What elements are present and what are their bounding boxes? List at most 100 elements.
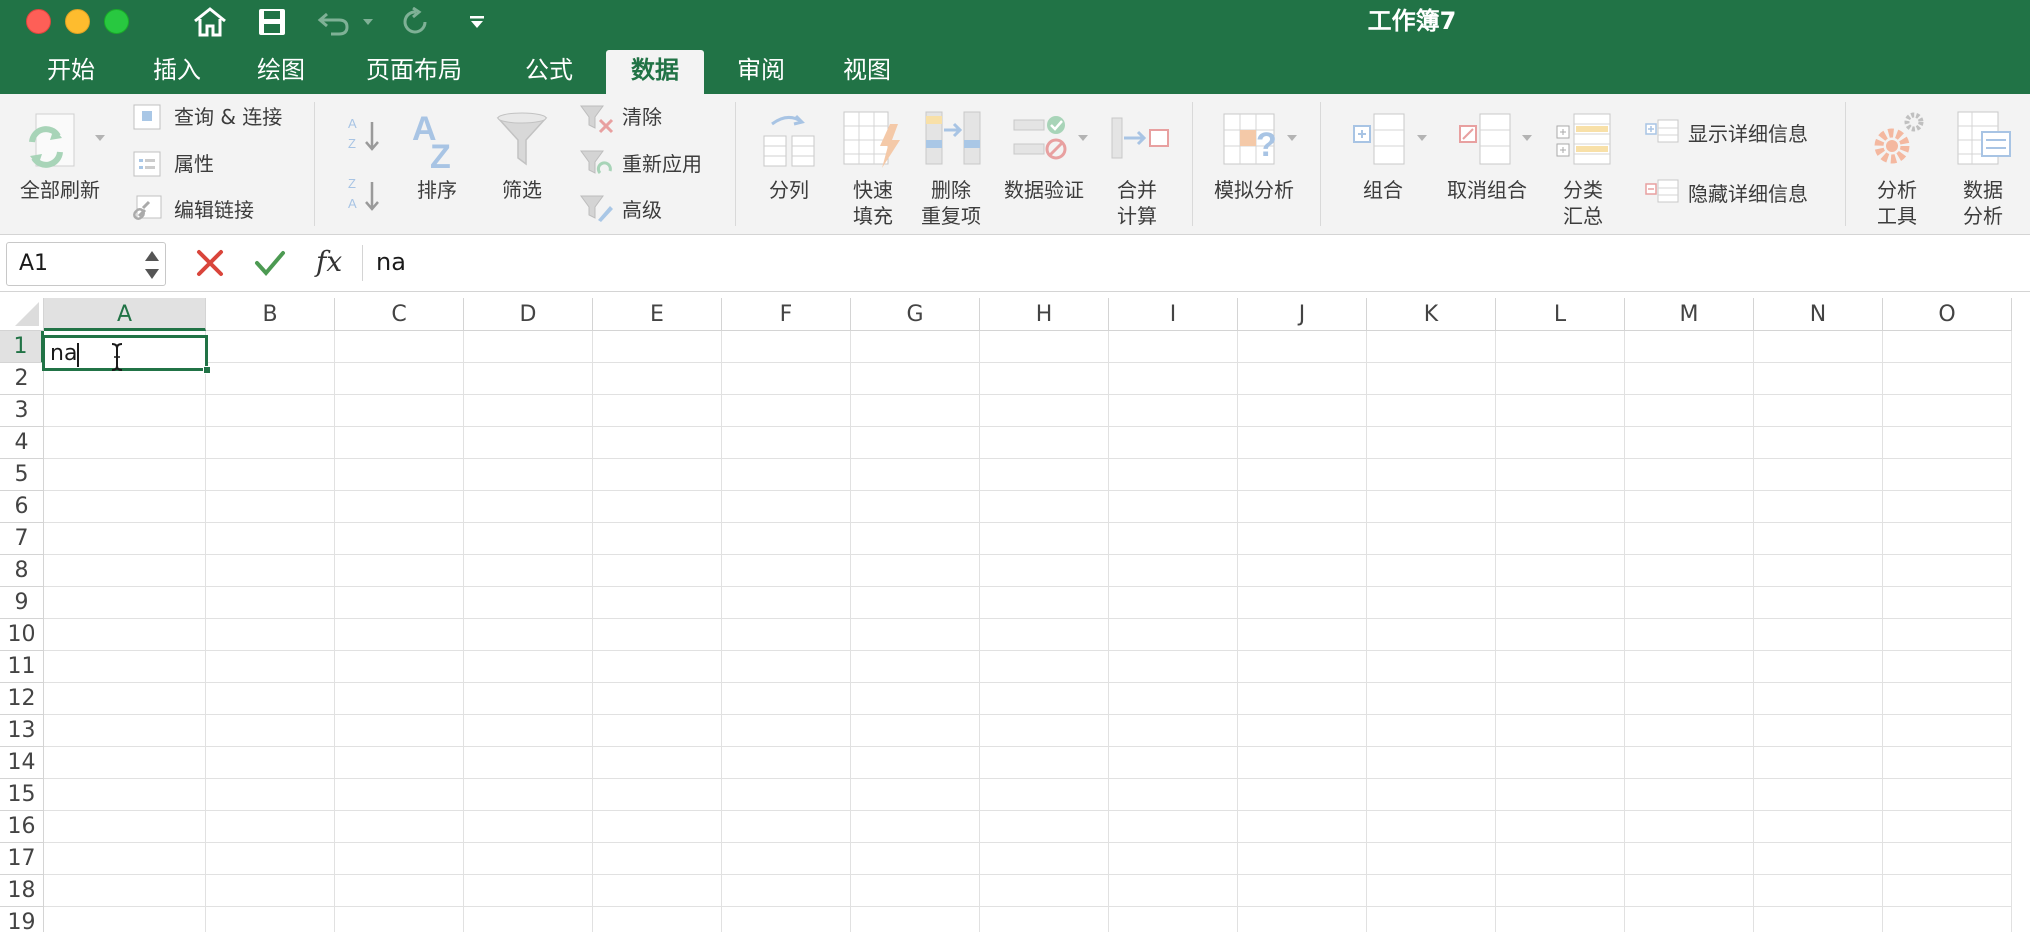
cell-L6[interactable]	[1496, 491, 1625, 523]
row-header-11[interactable]: 11	[0, 651, 44, 683]
cell-O16[interactable]	[1883, 811, 2012, 843]
save-icon[interactable]	[252, 4, 292, 40]
cell-M15[interactable]	[1625, 779, 1754, 811]
insert-function-button[interactable]: fx	[316, 245, 342, 279]
cell-D10[interactable]	[464, 619, 593, 651]
cell-E7[interactable]	[593, 523, 722, 555]
cell-E4[interactable]	[593, 427, 722, 459]
cell-A10[interactable]	[44, 619, 206, 651]
cell-A12[interactable]	[44, 683, 206, 715]
column-header-N[interactable]: N	[1754, 298, 1883, 331]
cell-edit-text[interactable]: na	[50, 340, 77, 368]
cell-I4[interactable]	[1109, 427, 1238, 459]
cell-M16[interactable]	[1625, 811, 1754, 843]
cell-O11[interactable]	[1883, 651, 2012, 683]
cell-F17[interactable]	[722, 843, 851, 875]
tab-home[interactable]: 开始	[26, 50, 116, 94]
cell-F16[interactable]	[722, 811, 851, 843]
cell-F3[interactable]	[722, 395, 851, 427]
cell-H5[interactable]	[980, 459, 1109, 491]
cell-A8[interactable]	[44, 555, 206, 587]
cell-D2[interactable]	[464, 363, 593, 395]
customize-toolbar-icon[interactable]	[462, 4, 492, 40]
cell-L16[interactable]	[1496, 811, 1625, 843]
column-header-I[interactable]: I	[1109, 298, 1238, 331]
cell-K7[interactable]	[1367, 523, 1496, 555]
row-header-15[interactable]: 15	[0, 779, 44, 811]
cell-I14[interactable]	[1109, 747, 1238, 779]
cell-J16[interactable]	[1238, 811, 1367, 843]
cell-A19[interactable]	[44, 907, 206, 932]
cell-D1[interactable]	[464, 331, 593, 363]
cell-E19[interactable]	[593, 907, 722, 932]
cell-C3[interactable]	[335, 395, 464, 427]
cell-L14[interactable]	[1496, 747, 1625, 779]
cell-M9[interactable]	[1625, 587, 1754, 619]
cell-O4[interactable]	[1883, 427, 2012, 459]
cell-F1[interactable]	[722, 331, 851, 363]
column-header-B[interactable]: B	[206, 298, 335, 331]
undo-dropdown-icon[interactable]	[358, 4, 378, 40]
cell-E5[interactable]	[593, 459, 722, 491]
cell-M5[interactable]	[1625, 459, 1754, 491]
cell-J18[interactable]	[1238, 875, 1367, 907]
group-dropdown-icon[interactable]	[1417, 135, 1427, 141]
cell-J9[interactable]	[1238, 587, 1367, 619]
cell-K1[interactable]	[1367, 331, 1496, 363]
cell-E18[interactable]	[593, 875, 722, 907]
cell-D7[interactable]	[464, 523, 593, 555]
cell-O12[interactable]	[1883, 683, 2012, 715]
row-header-9[interactable]: 9	[0, 587, 44, 619]
row-header-7[interactable]: 7	[0, 523, 44, 555]
tab-review[interactable]: 审阅	[716, 50, 806, 94]
cell-L15[interactable]	[1496, 779, 1625, 811]
cell-L11[interactable]	[1496, 651, 1625, 683]
cell-M3[interactable]	[1625, 395, 1754, 427]
cell-D17[interactable]	[464, 843, 593, 875]
home-icon[interactable]	[188, 4, 232, 40]
tab-formulas[interactable]: 公式	[504, 50, 594, 94]
cell-N14[interactable]	[1754, 747, 1883, 779]
cell-J10[interactable]	[1238, 619, 1367, 651]
cell-M11[interactable]	[1625, 651, 1754, 683]
cell-D18[interactable]	[464, 875, 593, 907]
cell-J13[interactable]	[1238, 715, 1367, 747]
cell-A9[interactable]	[44, 587, 206, 619]
cell-I18[interactable]	[1109, 875, 1238, 907]
cell-K4[interactable]	[1367, 427, 1496, 459]
undo-icon[interactable]	[314, 4, 354, 40]
cell-O13[interactable]	[1883, 715, 2012, 747]
cell-A5[interactable]	[44, 459, 206, 491]
cell-M4[interactable]	[1625, 427, 1754, 459]
cell-M18[interactable]	[1625, 875, 1754, 907]
cell-E11[interactable]	[593, 651, 722, 683]
cell-I8[interactable]	[1109, 555, 1238, 587]
cell-O7[interactable]	[1883, 523, 2012, 555]
row-header-8[interactable]: 8	[0, 555, 44, 587]
cell-B18[interactable]	[206, 875, 335, 907]
cell-G1[interactable]	[851, 331, 980, 363]
cell-H17[interactable]	[980, 843, 1109, 875]
cell-F7[interactable]	[722, 523, 851, 555]
cell-E16[interactable]	[593, 811, 722, 843]
cell-L7[interactable]	[1496, 523, 1625, 555]
cell-F18[interactable]	[722, 875, 851, 907]
cell-H13[interactable]	[980, 715, 1109, 747]
fill-handle[interactable]	[203, 366, 211, 374]
cell-E2[interactable]	[593, 363, 722, 395]
cell-J4[interactable]	[1238, 427, 1367, 459]
cell-B10[interactable]	[206, 619, 335, 651]
cell-K16[interactable]	[1367, 811, 1496, 843]
cell-G12[interactable]	[851, 683, 980, 715]
cell-J15[interactable]	[1238, 779, 1367, 811]
cell-G13[interactable]	[851, 715, 980, 747]
close-window-button[interactable]	[26, 9, 51, 34]
cell-J5[interactable]	[1238, 459, 1367, 491]
cell-area[interactable]	[44, 331, 2030, 932]
cell-G19[interactable]	[851, 907, 980, 932]
column-header-F[interactable]: F	[722, 298, 851, 331]
cell-M10[interactable]	[1625, 619, 1754, 651]
row-header-10[interactable]: 10	[0, 619, 44, 651]
cancel-entry-icon[interactable]	[194, 247, 226, 283]
ungroup-dropdown-icon[interactable]	[1522, 135, 1532, 141]
